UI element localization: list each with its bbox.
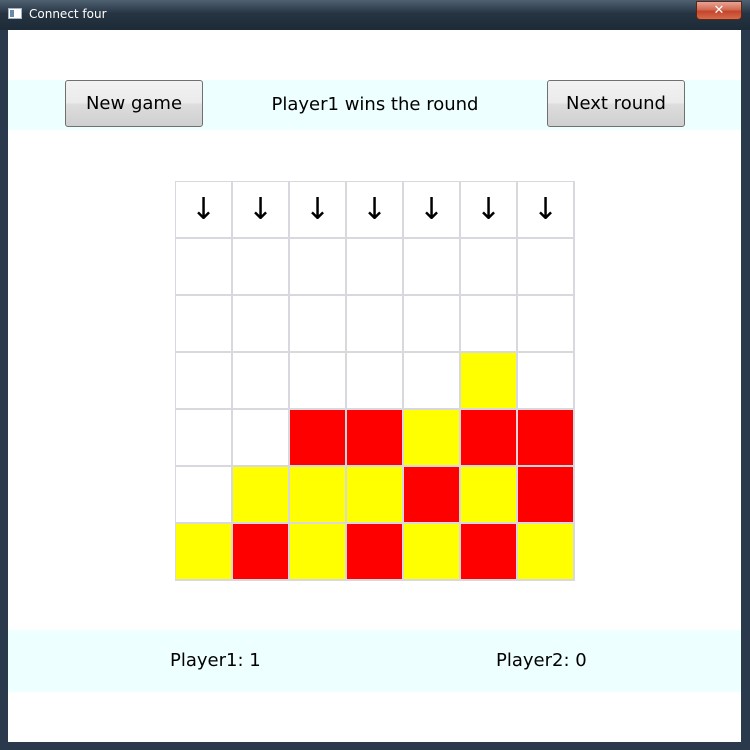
drop-column-5-button[interactable]: ↓ [404,182,459,237]
empty-slot [518,296,573,351]
empty-slot [461,239,516,294]
red-disc [461,524,516,579]
empty-slot [518,239,573,294]
empty-slot [518,353,573,408]
empty-slot [233,296,288,351]
yellow-disc [290,467,345,522]
yellow-disc [347,467,402,522]
window-frame-bottom [0,742,750,750]
red-disc [518,467,573,522]
yellow-disc [290,524,345,579]
player2-score: Player2: 0 [496,650,587,671]
red-disc [347,524,402,579]
drop-column-4-button[interactable]: ↓ [347,182,402,237]
player1-score: Player1: 1 [170,650,261,671]
drop-column-3-button[interactable]: ↓ [290,182,345,237]
next-round-button[interactable]: Next round [547,80,685,127]
red-disc [404,467,459,522]
empty-slot [347,353,402,408]
drop-column-2-button[interactable]: ↓ [233,182,288,237]
empty-slot [176,467,231,522]
yellow-disc [404,410,459,465]
yellow-disc [404,524,459,579]
empty-slot [404,296,459,351]
red-disc [347,410,402,465]
empty-slot [347,239,402,294]
empty-slot [404,353,459,408]
empty-slot [461,296,516,351]
drop-column-7-button[interactable]: ↓ [518,182,573,237]
drop-column-6-button[interactable]: ↓ [461,182,516,237]
empty-slot [176,353,231,408]
drop-column-1-button[interactable]: ↓ [176,182,231,237]
score-strip [8,630,741,692]
window-title: Connect four [29,7,107,21]
close-button[interactable]: ✕ [696,1,742,20]
new-game-button[interactable]: New game [65,80,203,127]
empty-slot [347,296,402,351]
empty-slot [404,239,459,294]
title-bar: Connect four ✕ [0,0,750,30]
empty-slot [176,239,231,294]
red-disc [290,410,345,465]
yellow-disc [176,524,231,579]
yellow-disc [233,467,288,522]
yellow-disc [461,467,516,522]
game-board: ↓ ↓ ↓ ↓ ↓ ↓ ↓ [175,181,575,581]
red-disc [518,410,573,465]
empty-slot [233,410,288,465]
red-disc [233,524,288,579]
yellow-disc [518,524,573,579]
empty-slot [176,296,231,351]
empty-slot [290,296,345,351]
round-status: Player1 wins the round [271,94,479,115]
empty-slot [290,239,345,294]
empty-slot [233,239,288,294]
app-icon [8,8,22,19]
empty-slot [233,353,288,408]
game-window-content: New game Player1 wins the round Next rou… [8,30,741,742]
empty-slot [290,353,345,408]
red-disc [461,410,516,465]
yellow-disc [461,353,516,408]
empty-slot [176,410,231,465]
